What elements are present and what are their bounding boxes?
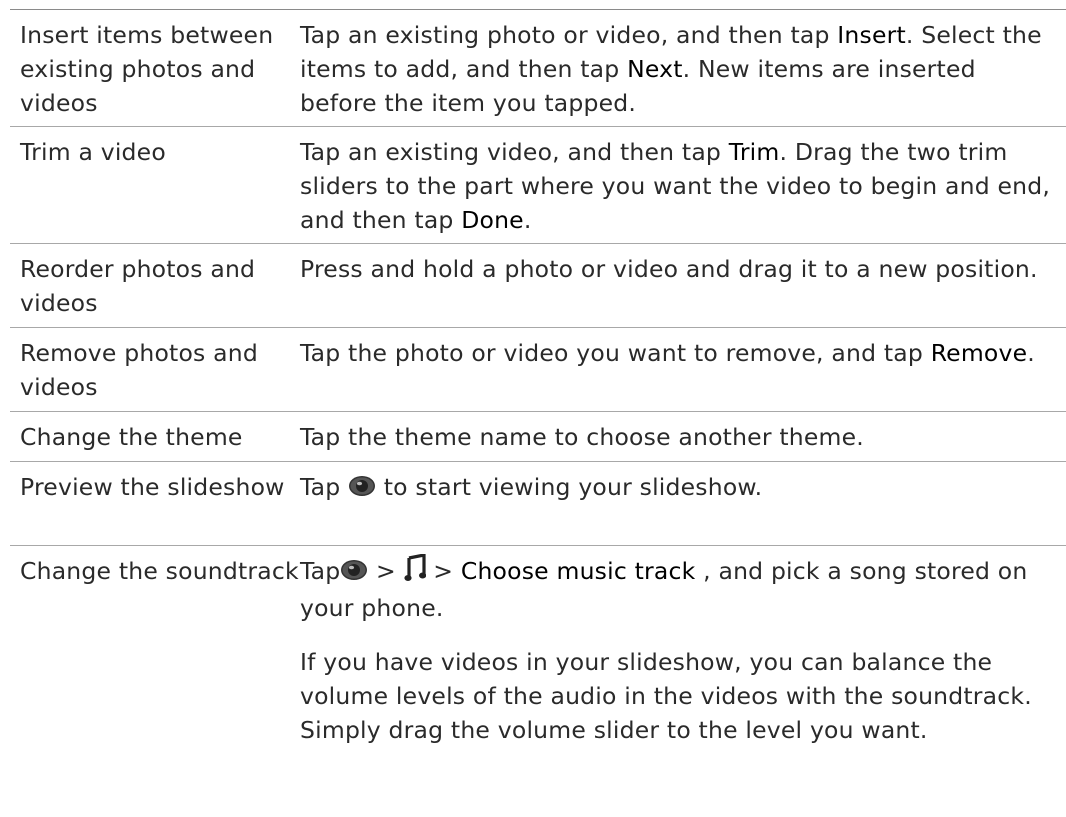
- description-cell: Tap the photo or video you want to remov…: [300, 328, 1066, 411]
- desc-text: Tap an existing photo or video, and then…: [300, 21, 838, 49]
- desc-text: Tap: [300, 557, 341, 585]
- desc-text: Tap the theme name to choose another the…: [300, 423, 864, 451]
- desc-text: Tap an existing video, and then tap: [300, 138, 729, 166]
- eye-icon: [348, 473, 376, 507]
- actions-table: Insert items between existing photos and…: [10, 9, 1066, 772]
- ui-term: Done: [461, 206, 524, 234]
- table-row: Remove photos and videos Tap the photo o…: [10, 328, 1066, 412]
- action-cell: Preview the slideshow: [20, 473, 285, 501]
- description-cell: Tap > > Choose music track , and pick a …: [300, 546, 1066, 772]
- ui-term: Remove: [930, 339, 1028, 367]
- table-row: Change the soundtrack Tap > > Choose mus…: [10, 546, 1066, 772]
- action-cell: Trim a video: [20, 138, 166, 166]
- table-row: Reorder photos and videos Press and hold…: [10, 244, 1066, 328]
- description-cell: Tap an existing photo or video, and then…: [300, 10, 1066, 126]
- description-cell: Tap an existing video, and then tap Trim…: [300, 127, 1066, 243]
- ui-term: Choose music track: [460, 557, 696, 585]
- table-row: Change the theme Tap the theme name to c…: [10, 412, 1066, 462]
- desc-text: .: [523, 206, 532, 234]
- ui-term: Next: [627, 55, 683, 83]
- separator: >: [368, 557, 404, 585]
- desc-text: Tap the photo or video you want to remov…: [300, 339, 931, 367]
- separator: >: [425, 557, 461, 585]
- table-row: Preview the slideshow Tap to start viewi…: [10, 462, 1066, 546]
- action-cell: Remove photos and videos: [20, 339, 258, 401]
- desc-paragraph: Tap > > Choose music track , and pick a …: [300, 553, 1056, 625]
- ui-term: Trim: [728, 138, 780, 166]
- desc-text: to start viewing your slideshow.: [376, 473, 763, 501]
- action-cell: Insert items between existing photos and…: [20, 21, 274, 117]
- desc-text: Press and hold a photo or video and drag…: [300, 255, 1038, 283]
- table-row: Trim a video Tap an existing video, and …: [10, 127, 1066, 244]
- description-cell: Tap to start viewing your slideshow.: [300, 462, 1066, 545]
- table-row: Insert items between existing photos and…: [10, 10, 1066, 127]
- desc-paragraph: If you have videos in your slideshow, yo…: [300, 648, 1032, 744]
- eye-icon: [340, 557, 368, 591]
- action-cell: Change the theme: [20, 423, 243, 451]
- description-cell: Press and hold a photo or video and drag…: [300, 244, 1066, 327]
- desc-text: .: [1027, 339, 1035, 367]
- ui-term: Insert: [837, 21, 906, 49]
- music-note-icon: [404, 553, 426, 591]
- description-cell: Tap the theme name to choose another the…: [300, 412, 1066, 461]
- action-cell: Change the soundtrack: [20, 557, 299, 585]
- desc-text: Tap: [300, 473, 349, 501]
- action-cell: Reorder photos and videos: [20, 255, 256, 317]
